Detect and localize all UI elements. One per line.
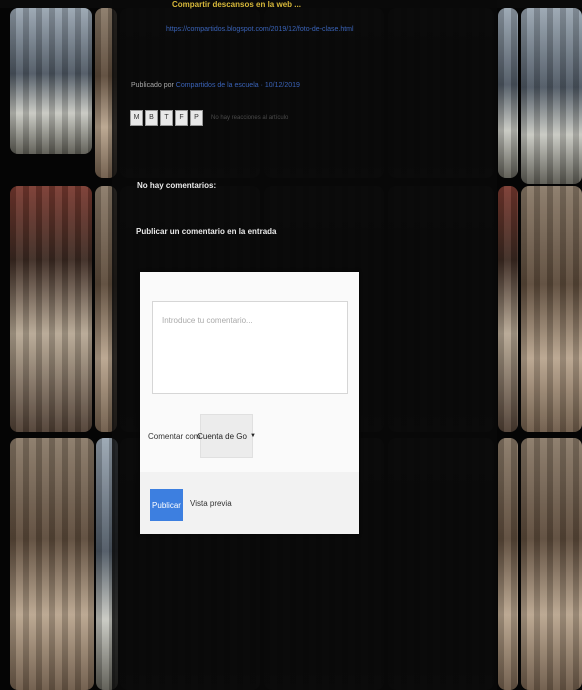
comment-textarea[interactable] xyxy=(152,301,348,394)
identity-select[interactable]: Cuenta de Go ▼ xyxy=(197,414,256,458)
photo-tile xyxy=(521,8,582,184)
reactions-text: No hay reacciones al artículo xyxy=(211,115,289,121)
pinterest-share-icon[interactable]: P xyxy=(190,110,203,126)
blog-share-icon[interactable]: B xyxy=(145,110,158,126)
photo-tile xyxy=(10,8,92,154)
posted-by-line: Publicado por Compartidos de la escuela … xyxy=(131,82,300,89)
photo-tile xyxy=(498,438,518,690)
post-link[interactable]: https://compartidos.blogspot.com/2019/12… xyxy=(166,26,354,33)
author-link[interactable]: Compartidos de la escuela · 10/12/2019 xyxy=(176,82,300,89)
photo-tile xyxy=(498,186,518,432)
caret-down-icon: ▼ xyxy=(249,433,256,439)
photo-tile xyxy=(10,438,94,690)
photo-tile xyxy=(521,438,582,690)
post-comment-heading: Publicar un comentario en la entrada xyxy=(136,227,277,236)
post-title[interactable]: Compartir descansos en la web ... xyxy=(172,0,342,9)
identity-value: Cuenta de Go xyxy=(197,431,247,441)
posted-by-label: Publicado por xyxy=(131,82,174,89)
facebook-share-icon[interactable]: F xyxy=(175,110,188,126)
comment-form: Comentar como: Cuenta de Go ▼ Publicar V… xyxy=(140,272,359,534)
form-actions: Publicar Vista previa xyxy=(140,472,359,534)
publish-button[interactable]: Publicar xyxy=(150,489,183,521)
twitter-share-icon[interactable]: T xyxy=(160,110,173,126)
photo-tile xyxy=(498,8,518,178)
email-share-icon[interactable]: M xyxy=(130,110,143,126)
photo-tile xyxy=(10,186,92,432)
no-comments-label: No hay comentarios: xyxy=(137,181,217,190)
preview-button[interactable]: Vista previa xyxy=(190,499,232,508)
share-buttons: M B T F P No hay reacciones al artículo xyxy=(130,110,288,126)
photo-tile xyxy=(521,186,582,432)
